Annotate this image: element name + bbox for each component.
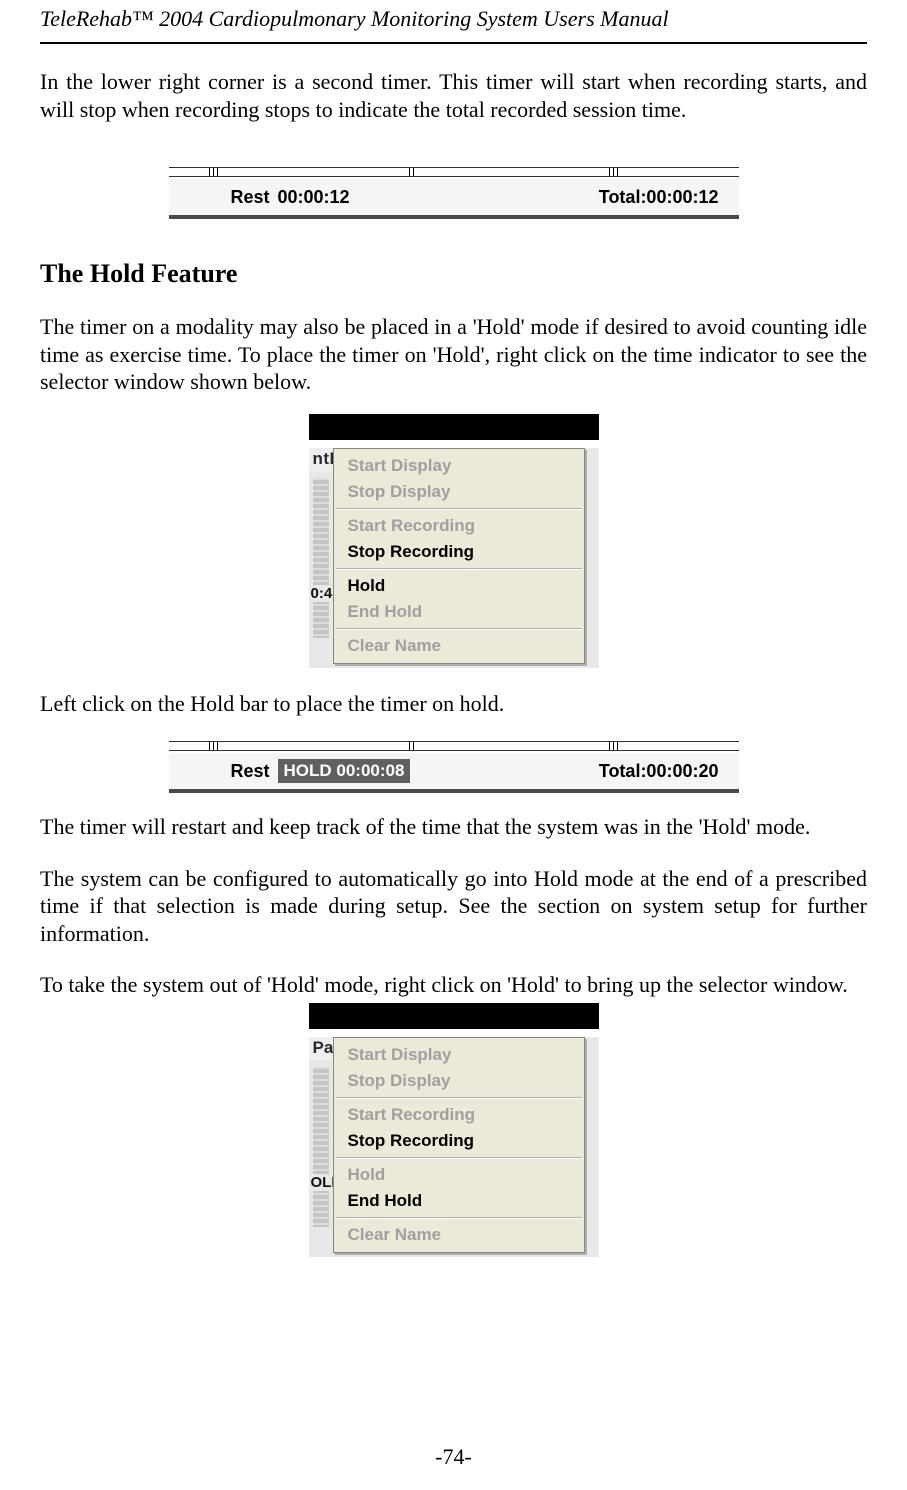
menu-item-stop-recording[interactable]: Stop Recording: [334, 1128, 584, 1154]
menu-separator: [336, 568, 582, 570]
context-menu-screenshot: PatientE1001064 OLI Start Display Stop D…: [309, 1003, 599, 1257]
timer-right-label: Total:00:00:12: [599, 187, 719, 208]
menu-item-start-display[interactable]: Start Display: [334, 1042, 584, 1068]
context-menu[interactable]: Start Display Stop Display Start Recordi…: [333, 448, 585, 664]
page: TeleRehab™ 2004 Cardiopulmonary Monitori…: [0, 0, 907, 1490]
figure-timer-bar-1: Rest 00:00:12 Total:00:00:12: [40, 167, 867, 219]
menu-item-end-hold[interactable]: End Hold: [334, 599, 584, 625]
paragraph-timer-restart: The timer will restart and keep track of…: [40, 813, 867, 841]
menu-item-stop-recording[interactable]: Stop Recording: [334, 539, 584, 565]
menu-item-stop-display[interactable]: Stop Display: [334, 479, 584, 505]
timer-hold-badge: HOLD 00:00:08: [278, 759, 411, 783]
figure-context-menu-1: ntE1000440 0:4 Start Display Stop Displa…: [40, 414, 867, 668]
menu-item-start-display[interactable]: Start Display: [334, 453, 584, 479]
page-number: -74-: [40, 1444, 867, 1470]
timer-main-row: Rest 00:00:12 Total:00:00:12: [169, 177, 739, 215]
menu-item-start-recording[interactable]: Start Recording: [334, 1102, 584, 1128]
menu-item-start-recording[interactable]: Start Recording: [334, 513, 584, 539]
menu-item-clear-name[interactable]: Clear Name: [334, 633, 584, 659]
timer-tick-row: [169, 741, 739, 751]
timer-left-time: 00:00:12: [278, 187, 350, 208]
menu-item-clear-name[interactable]: Clear Name: [334, 1222, 584, 1248]
menu-separator: [336, 1097, 582, 1099]
timer-left-label: Rest: [231, 187, 270, 208]
paragraph-auto-hold-config: The system can be configured to automati…: [40, 865, 867, 948]
timer-tick-row: [169, 167, 739, 177]
paragraph-left-click-hold: Left click on the Hold bar to place the …: [40, 690, 867, 718]
context-menu-screenshot: ntE1000440 0:4 Start Display Stop Displa…: [309, 414, 599, 668]
menu-item-end-hold[interactable]: End Hold: [334, 1188, 584, 1214]
menu-item-hold[interactable]: Hold: [334, 1162, 584, 1188]
figure-context-menu-2: PatientE1001064 OLI Start Display Stop D…: [40, 1003, 867, 1257]
menu-separator: [336, 628, 582, 630]
timer-under-row: [169, 789, 739, 793]
menu-separator: [336, 1217, 582, 1219]
header-title: TeleRehab™ 2004 Cardiopulmonary Monitori…: [40, 0, 867, 44]
timer-under-row: [169, 215, 739, 219]
figure-timer-bar-2: Rest HOLD 00:00:08 Total:00:00:20: [40, 741, 867, 793]
side-time-fragment: 0:4: [309, 585, 335, 602]
timer-bar-hold: Rest HOLD 00:00:08 Total:00:00:20: [169, 741, 739, 793]
paragraph-hold-intro: The timer on a modality may also be plac…: [40, 313, 867, 396]
timer-main-row: Rest HOLD 00:00:08 Total:00:00:20: [169, 751, 739, 789]
timer-left-label: Rest: [231, 761, 270, 782]
paragraph-intro-timer: In the lower right corner is a second ti…: [40, 68, 867, 123]
timer-right-label: Total:00:00:20: [599, 761, 719, 782]
menu-item-hold[interactable]: Hold: [334, 573, 584, 599]
context-menu[interactable]: Start Display Stop Display Start Recordi…: [333, 1037, 585, 1253]
menu-separator: [336, 508, 582, 510]
heading-hold-feature: The Hold Feature: [40, 259, 867, 289]
menu-separator: [336, 1157, 582, 1159]
paragraph-exit-hold: To take the system out of 'Hold' mode, r…: [40, 971, 867, 999]
timer-bar: Rest 00:00:12 Total:00:00:12: [169, 167, 739, 219]
menu-item-stop-display[interactable]: Stop Display: [334, 1068, 584, 1094]
